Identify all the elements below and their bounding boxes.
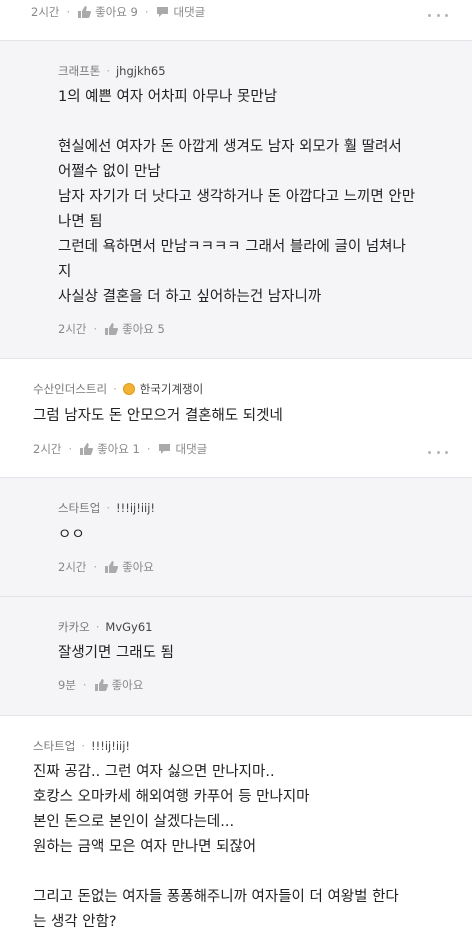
comment-line: 그런데 욕하면서 만남ㅋㅋㅋㅋ 그래서 블라에 글이 넘쳐나 bbox=[58, 239, 406, 255]
like-icon[interactable] bbox=[104, 561, 119, 573]
comment-line: 호캉스 오마카세 해외여행 카푸어 등 만나지마 bbox=[33, 789, 310, 805]
comment-meta: 2시간 · 좋아요 bbox=[58, 559, 154, 575]
nickname[interactable]: 한국기계쟁이 bbox=[140, 381, 203, 397]
comment-line: ㅇㅇ bbox=[58, 527, 85, 543]
comment-line: 잘생기면 그래도 됨 bbox=[58, 645, 174, 661]
like-icon[interactable] bbox=[77, 6, 92, 18]
time-label: 2시간 bbox=[31, 5, 60, 19]
comment-line bbox=[33, 860, 399, 885]
comment-line: 남자 자기가 더 낫다고 생각하거나 돈 아깝다고 느끼면 안만 bbox=[58, 189, 416, 205]
comment: 스타트업 · !!!ij!iij! 진짜 공감.. 그런 여자 싫으면 만나지마… bbox=[0, 716, 472, 944]
company-name[interactable]: 스타트업 bbox=[58, 500, 100, 516]
like-icon[interactable] bbox=[79, 443, 94, 455]
like-button[interactable]: 좋아요 9 bbox=[95, 4, 138, 20]
like-button[interactable]: 좋아요 bbox=[112, 677, 144, 693]
time-label: 9분 bbox=[58, 678, 76, 692]
comment-line: 그럼 남자도 돈 안모으거 결혼해도 되겟네 bbox=[33, 408, 283, 424]
comment-line: 지 bbox=[58, 264, 72, 280]
comment-author: 스타트업 · !!!ij!iij! bbox=[33, 738, 131, 754]
comment-line: 진짜 공감.. 그런 여자 싫으면 만나지마.. bbox=[33, 764, 275, 780]
company-name[interactable]: 스타트업 bbox=[33, 738, 75, 754]
more-options-icon[interactable] bbox=[428, 451, 448, 457]
comment-line: 그리고 돈없는 여자들 퐁퐁해주니까 여자들이 더 여왕벌 한다 bbox=[33, 889, 399, 905]
top-meta: 2시간 · 좋아요 9 · 대댓글 bbox=[31, 4, 206, 20]
reply-comment: 카카오 · MvGy61 잘생기면 그래도 됨 9분 · 좋아요 bbox=[0, 597, 472, 715]
company-name[interactable]: 수산인더스트리 bbox=[33, 381, 107, 397]
like-icon[interactable] bbox=[94, 679, 108, 691]
comment-line: 1의 예쁜 여자 어차피 아무나 못만남 bbox=[58, 89, 278, 105]
nickname[interactable]: !!!ij!iij! bbox=[91, 739, 130, 753]
comment-line: 어쩔수 없이 만남 bbox=[58, 164, 161, 180]
comment-author: 수산인더스트리 · 한국기계쟁이 bbox=[33, 381, 204, 397]
like-button[interactable]: 좋아요 5 bbox=[122, 321, 165, 337]
time-label: 2시간 bbox=[33, 442, 62, 456]
comment-line bbox=[58, 110, 415, 135]
comment-line: 현실에선 여자가 돈 아깝게 생겨도 남자 외모가 훨 딸려서 bbox=[58, 139, 402, 155]
reply-icon[interactable] bbox=[156, 6, 170, 18]
time-label: 2시간 bbox=[58, 322, 87, 336]
reply-comment: 스타트업 · !!!ij!iij! ㅇㅇ 2시간 · 좋아요 bbox=[0, 478, 472, 596]
top-comment-footer: 2시간 · 좋아요 9 · 대댓글 bbox=[0, 0, 472, 40]
reply-icon[interactable] bbox=[158, 443, 172, 455]
comment-line: 본인 돈으로 본인이 살겠다는데... bbox=[33, 814, 235, 830]
more-options-icon[interactable] bbox=[428, 14, 448, 20]
comment-body: 잘생기면 그래도 됨 bbox=[58, 641, 174, 666]
comment-line: 사실상 결혼을 더 하고 싶어하는건 남자니까 bbox=[58, 289, 322, 305]
comment-meta: 2시간 · 좋아요 1 · 대댓글 bbox=[33, 441, 208, 457]
comment-body: 1의 예쁜 여자 어차피 아무나 못만남 현실에선 여자가 돈 아깝게 생겨도 … bbox=[58, 85, 415, 310]
comment-body: 진짜 공감.. 그런 여자 싫으면 만나지마.. 호캉스 오마카세 해외여행 카… bbox=[33, 760, 399, 935]
comment-meta: 9분 · 좋아요 bbox=[58, 677, 144, 693]
nickname[interactable]: !!!ij!iij! bbox=[116, 501, 155, 515]
time-label: 2시간 bbox=[58, 560, 87, 574]
comment-line: 나면 됨 bbox=[58, 214, 103, 230]
medal-icon bbox=[122, 383, 135, 395]
comment-author: 크래프톤 · jhgjkh65 bbox=[58, 63, 166, 79]
reply-button[interactable]: 대댓글 bbox=[174, 4, 206, 20]
like-button[interactable]: 좋아요 1 bbox=[97, 441, 140, 457]
reply-comment: 크래프톤 · jhgjkh65 1의 예쁜 여자 어차피 아무나 못만남 현실에… bbox=[0, 41, 472, 358]
comment-body: ㅇㅇ bbox=[58, 523, 85, 548]
like-icon[interactable] bbox=[104, 323, 119, 335]
reply-button[interactable]: 대댓글 bbox=[176, 441, 208, 457]
comment: 수산인더스트리 · 한국기계쟁이 그럼 남자도 돈 안모으거 결혼해도 되겟네 … bbox=[0, 359, 472, 477]
comment-line: 원하는 금액 모은 여자 만나면 되잖어 bbox=[33, 839, 257, 855]
company-name[interactable]: 크래프톤 bbox=[58, 63, 100, 79]
company-name[interactable]: 카카오 bbox=[58, 619, 90, 635]
like-button[interactable]: 좋아요 bbox=[122, 559, 154, 575]
comment-line: 는 생각 안함? bbox=[33, 914, 117, 930]
nickname[interactable]: jhgjkh65 bbox=[116, 64, 166, 78]
comment-meta: 2시간 · 좋아요 5 bbox=[58, 321, 165, 337]
comment-body: 그럼 남자도 돈 안모으거 결혼해도 되겟네 bbox=[33, 404, 283, 429]
comment-author: 스타트업 · !!!ij!iij! bbox=[58, 500, 156, 516]
nickname[interactable]: MvGy61 bbox=[105, 620, 152, 634]
comment-author: 카카오 · MvGy61 bbox=[58, 619, 153, 635]
